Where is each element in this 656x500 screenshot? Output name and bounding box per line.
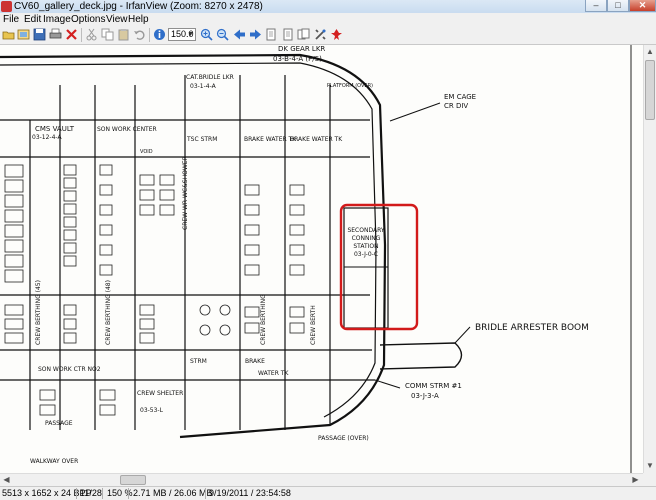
status-bar: 5513 x 1652 x 24 BPP 11/28 150 % 2.71 MB… [0, 486, 656, 500]
image-viewport[interactable]: SECONDARY CONNING STATION 03-J-0-C BRIDL… [0, 45, 643, 473]
void-label: VOID [140, 149, 153, 155]
next-icon[interactable] [249, 28, 262, 41]
menu-file[interactable]: File [3, 13, 19, 26]
zoom-in-icon[interactable] [200, 28, 213, 41]
vertical-scroll-thumb[interactable] [645, 60, 655, 120]
exit-icon[interactable] [330, 28, 343, 41]
zoom-level-input[interactable]: 150.0 ▼ [168, 28, 196, 41]
bridle-arrester-label: BRIDLE ARRESTER BOOM [475, 323, 589, 333]
zoom-out-icon[interactable] [216, 28, 229, 41]
first-page-icon[interactable] [265, 28, 278, 41]
cms-vault-label: CMS VAULT [35, 125, 75, 133]
scroll-down-icon[interactable]: ▼ [644, 459, 656, 472]
vertical-scrollbar[interactable]: ▲ ▼ [643, 45, 656, 473]
cut-icon[interactable] [85, 28, 98, 41]
open-folder-icon[interactable] [2, 28, 15, 41]
passage-label: PASSAGE [45, 420, 73, 427]
dk-gear-label: DK GEAR LKR [278, 45, 325, 53]
scroll-corner [643, 473, 656, 486]
conning-label-3: STATION [353, 243, 378, 250]
walkway-label: WALKWAY OVER [30, 458, 78, 465]
close-button[interactable]: ✕ [629, 0, 656, 12]
crew-wr-label: CREW WR WC&SHOWER [182, 156, 189, 230]
menu-options[interactable]: Options [71, 13, 105, 26]
previous-icon[interactable] [233, 28, 246, 41]
passage-over-label: PASSAGE (OVER) [318, 435, 369, 442]
irfanview-app-icon[interactable] [1, 1, 12, 12]
horizontal-scroll-thumb[interactable] [120, 475, 146, 485]
scroll-left-icon[interactable]: ◀ [0, 474, 13, 486]
conning-label-2: CONNING [352, 235, 381, 242]
scroll-right-icon[interactable]: ▶ [629, 474, 642, 486]
son-work-label: SON WORK CENTER [97, 126, 157, 133]
image-index: 11/28 [80, 488, 102, 498]
comm-strm-number: 03-J-3-A [411, 392, 439, 400]
delete-icon[interactable] [65, 28, 78, 41]
strm-label: STRM [190, 358, 207, 365]
undo-icon[interactable] [133, 28, 146, 41]
platform-label: PLATFORM (OVER) [327, 83, 373, 89]
title-bar: CV60_gallery_deck.jpg - IrfanView (Zoom:… [0, 0, 656, 14]
horizontal-scrollbar[interactable]: ◀ ▶ [0, 473, 643, 486]
file-datetime: 9/19/2011 / 23:54:58 [209, 488, 291, 498]
menu-help[interactable]: Help [128, 13, 149, 26]
deck-plan-image: SECONDARY CONNING STATION 03-J-0-C BRIDL… [0, 45, 643, 473]
menu-bar: File Edit Image Options View Help [0, 13, 656, 26]
maximize-button[interactable]: □ [607, 0, 629, 12]
cms-number: 03-12-4-A [32, 134, 62, 141]
scroll-up-icon[interactable]: ▲ [644, 45, 656, 58]
conning-label-4: 03-J-0-C [354, 251, 378, 258]
em-cage-label: EM CAGE [444, 93, 476, 101]
minimize-button[interactable]: – [585, 0, 607, 12]
paste-icon[interactable] [117, 28, 130, 41]
conning-label-1: SECONDARY [347, 227, 384, 234]
cr-div-label: CR DIV [444, 102, 468, 110]
memory-status: 2.71 MB / 26.06 MB [133, 488, 213, 498]
cat-bridle-number: 03-1-4-A [190, 83, 217, 90]
tsc-strm-label: TSC STRM [186, 136, 217, 143]
crew-shelter-label: CREW SHELTER [137, 390, 183, 397]
brake-label: BRAKE [245, 358, 265, 365]
image-info: 5513 x 1652 x 24 BPP [2, 488, 92, 498]
copy-icon[interactable] [101, 28, 114, 41]
comm-strm-label: COMM STRM #1 [405, 382, 462, 390]
cat-bridle-label: CAT.BRIDLE LKR [186, 74, 234, 81]
menu-view[interactable]: View [106, 13, 128, 26]
menu-edit[interactable]: Edit [24, 13, 41, 26]
brake-water-label-2: BRAKE WATER TK [290, 136, 343, 143]
window-title: CV60_gallery_deck.jpg - IrfanView (Zoom:… [14, 1, 263, 12]
info-icon[interactable] [153, 28, 166, 41]
save-icon[interactable] [33, 28, 46, 41]
toolbar: 150.0 ▼ [0, 26, 656, 45]
dk-gear-number: 03-B-4-A (P/S) [273, 55, 322, 63]
son-work-2-label: SON WORK CTR NO2 [38, 366, 101, 373]
water-tk-label: WATER TK [258, 370, 289, 377]
menu-image[interactable]: Image [43, 13, 71, 26]
last-page-icon[interactable] [281, 28, 294, 41]
print-icon[interactable] [49, 28, 62, 41]
crew-shelter-number: 03-53-L [140, 407, 164, 414]
crew-berth-label: CREW BERTH [310, 305, 317, 345]
settings-icon[interactable] [314, 28, 327, 41]
crew-berthing-label: CREW BERTHING [260, 294, 267, 345]
crew-berthing-48-label: CREW BERTHING (48) [105, 280, 112, 345]
copy-page-icon[interactable] [297, 28, 310, 41]
crew-berthing-45-label: CREW BERTHING (45) [35, 280, 42, 345]
slideshow-icon[interactable] [17, 28, 30, 41]
